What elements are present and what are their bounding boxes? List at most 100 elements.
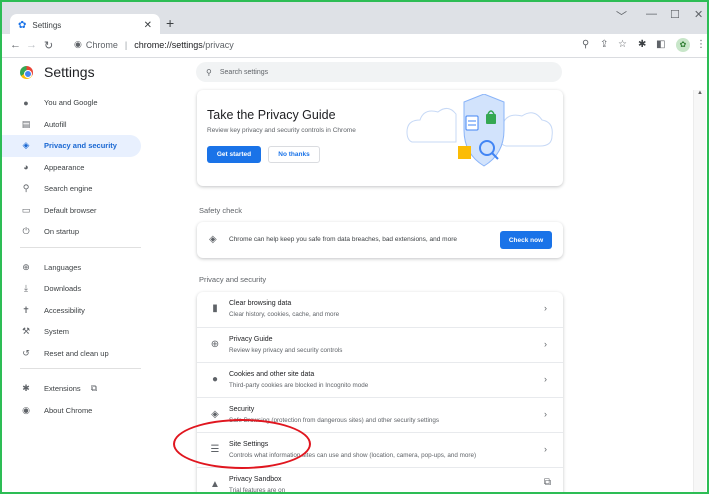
url-host: chrome://settings (134, 39, 203, 50)
reload-icon[interactable]: ↻ (44, 39, 53, 52)
back-icon[interactable]: ← (10, 39, 21, 51)
share-icon[interactable]: ⇪ (600, 39, 608, 50)
chevron-right-icon: › (544, 374, 547, 384)
no-thanks-button[interactable]: No thanks (268, 146, 320, 163)
row-subtitle: Trial features are on (229, 487, 286, 494)
security-shield-icon: ◈ (211, 409, 219, 420)
extensions-puzzle-icon[interactable]: ✱ (638, 39, 646, 50)
close-window-button[interactable]: ✕ (694, 8, 703, 21)
search-input[interactable]: ⚲ Search settings (196, 62, 562, 82)
bookmark-star-icon[interactable]: ☆ (618, 39, 627, 50)
url-separator: | (124, 39, 128, 50)
side-panel-icon[interactable]: ◧ (656, 39, 665, 50)
sidebar-item-label: Extensions (44, 384, 81, 394)
search-placeholder: Search settings (219, 68, 269, 76)
url-path: /privacy (202, 39, 234, 50)
download-icon: ⤓ (24, 283, 28, 294)
sidebar-item-privacy-and-security[interactable]: ◈ Privacy and security (2, 135, 141, 157)
scrollbar[interactable]: ▲ (693, 90, 706, 492)
list-item-cookies[interactable]: ● Cookies and other site data Third-part… (197, 362, 563, 397)
row-title: Privacy Guide (229, 336, 273, 343)
sidebar-divider (20, 246, 141, 253)
sidebar-item-downloads[interactable]: ⤓ Downloads (2, 278, 177, 300)
sidebar-item-accessibility[interactable]: ✝ Accessibility (2, 300, 177, 322)
profile-avatar[interactable]: ✿ (676, 38, 690, 52)
privacy-guide-illustration-icon (406, 94, 553, 167)
settings-gear-icon: ✿ (18, 19, 27, 31)
sidebar: ● You and Google ▤ Autofill ◈ Privacy and s… (2, 92, 177, 421)
row-title: Security (229, 406, 255, 413)
sidebar-item-autofill[interactable]: ▤ Autofill (2, 114, 177, 136)
sidebar-item-label: Reset and clean up (44, 348, 109, 358)
accessibility-icon: ✝ (22, 304, 30, 315)
chevron-right-icon: › (544, 339, 547, 349)
power-icon: ⏻ (22, 226, 30, 237)
forward-icon[interactable]: → (26, 39, 37, 51)
search-icon: ⚲ (22, 183, 30, 194)
row-title: Clear browsing data (229, 300, 292, 307)
sidebar-item-extensions[interactable]: ✱ Extensions ⧉ (2, 378, 177, 400)
get-started-button[interactable]: Get started (207, 146, 261, 163)
person-icon: ● (23, 97, 29, 108)
globe-icon: ⊕ (22, 261, 30, 272)
sidebar-item-you-and-google[interactable]: ● You and Google (2, 92, 177, 114)
check-now-button[interactable]: Check now (500, 231, 552, 249)
sidebar-item-languages[interactable]: ⊕ Languages (2, 257, 177, 279)
tab-title: Settings (32, 20, 62, 30)
browser-icon: ▭ (21, 204, 31, 215)
trash-icon: ▮ (212, 303, 218, 314)
sidebar-item-label: System (44, 327, 70, 337)
sidebar-item-system[interactable]: ⚒ System (2, 321, 177, 343)
sidebar-item-search-engine[interactable]: ⚲ Search engine (2, 178, 177, 200)
safety-check-title: Safety check (199, 206, 242, 215)
sidebar-item-label: Default browser (44, 205, 97, 215)
compass-icon: ⊕ (210, 339, 220, 350)
tab-close-icon[interactable]: ✕ (144, 20, 152, 31)
privacy-guide-title: Take the Privacy Guide (207, 108, 336, 122)
sidebar-item-label: Privacy and security (44, 141, 117, 151)
shield-icon: ◈ (22, 140, 30, 151)
search-icon: ⚲ (206, 67, 212, 77)
safety-check-text: Chrome can help keep you safe from data … (229, 236, 457, 243)
privacy-guide-description: Review key privacy and security controls… (207, 127, 356, 134)
open-in-new-icon: ⧉ (543, 477, 551, 488)
cookie-icon: ● (211, 374, 219, 385)
chevron-down-icon[interactable]: ﹀ (616, 8, 627, 24)
sidebar-item-label: Appearance (44, 162, 85, 172)
chevron-right-icon: › (544, 409, 547, 419)
menu-kebab-icon[interactable]: ⋮ (696, 39, 706, 50)
new-tab-button[interactable]: + (166, 15, 174, 31)
sidebar-item-label: Autofill (44, 119, 67, 129)
sidebar-item-label: About Chrome (44, 405, 93, 415)
sidebar-item-reset-and-clean-up[interactable]: ↺ Reset and clean up (2, 343, 177, 365)
chrome-logo-icon (20, 66, 33, 79)
scroll-up-arrow-icon[interactable]: ▲ (697, 90, 703, 96)
chevron-right-icon: › (544, 303, 547, 313)
privacy-section-title: Privacy and security (199, 275, 267, 284)
site-settings-highlight-circle (173, 419, 311, 469)
wrench-icon: ⚒ (21, 326, 31, 337)
open-in-new-icon: ⧉ (90, 383, 98, 394)
site-name: Chrome (85, 39, 118, 50)
list-item-clear-browsing-data[interactable]: ▮ Clear browsing data Clear history, coo… (197, 292, 563, 327)
safety-check-card: ◈ Chrome can help keep you safe from dat… (197, 222, 563, 258)
sidebar-item-label: Downloads (44, 284, 82, 294)
tab-settings[interactable]: ✿ Settings ✕ (10, 14, 160, 36)
sidebar-item-label: Accessibility (44, 305, 85, 315)
toolbar: ← → ↻ ◉ Chrome | chrome://settings/priva… (2, 34, 707, 58)
address-bar[interactable]: ◉ Chrome | chrome://settings/privacy (74, 39, 234, 50)
list-item-privacy-sandbox[interactable]: ▲ Privacy Sandbox Trial features are on … (197, 467, 563, 494)
chrome-logo-icon: ◉ (74, 39, 82, 49)
security-shield-icon: ◈ (209, 234, 217, 245)
sidebar-item-appearance[interactable]: ◕ Appearance (2, 157, 177, 179)
zoom-icon[interactable]: ⚲ (582, 39, 589, 50)
row-title: Cookies and other site data (229, 371, 315, 378)
minimize-button[interactable]: — (646, 8, 657, 20)
sidebar-item-label: Languages (44, 262, 82, 272)
sidebar-item-on-startup[interactable]: ⏻ On startup (2, 221, 177, 243)
sidebar-item-label: You and Google (44, 98, 98, 108)
sidebar-item-about-chrome[interactable]: ◉ About Chrome (2, 400, 177, 422)
sidebar-item-default-browser[interactable]: ▭ Default browser (2, 200, 177, 222)
list-item-privacy-guide[interactable]: ⊕ Privacy Guide Review key privacy and s… (197, 327, 563, 362)
maximize-button[interactable]: ☐ (670, 8, 680, 21)
